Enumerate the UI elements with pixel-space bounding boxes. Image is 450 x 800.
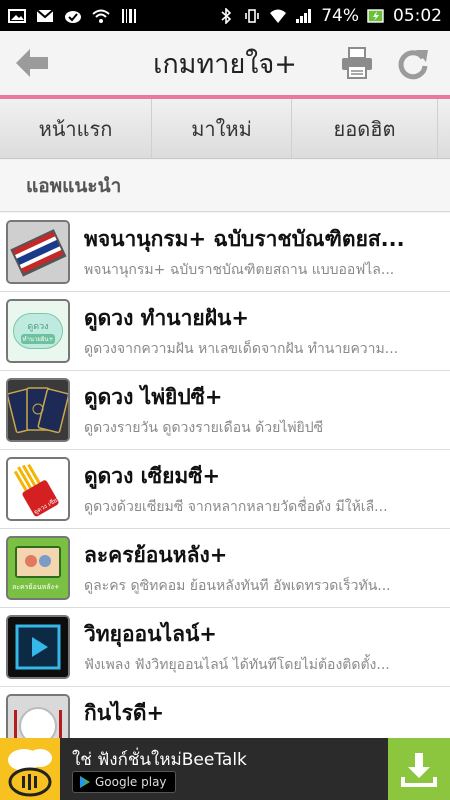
tab-popular[interactable]: ยอดฮิต bbox=[292, 99, 438, 158]
item-name: พจนานุกรม+ ฉบับราชบัณฑิตยส... bbox=[84, 227, 405, 251]
beetalk-logo bbox=[0, 738, 60, 800]
item-name: ละครย้อนหลัง+ bbox=[84, 543, 228, 567]
ad-text: ใช่ ฟังก์ชั่นใหม่BeeTalk bbox=[72, 750, 247, 770]
vibrate-icon bbox=[245, 8, 260, 23]
siamsi-thumbnail: ดูดวง เซียมซี bbox=[6, 457, 70, 521]
section-title: แอพแนะนำ bbox=[0, 160, 450, 212]
radio-thumbnail bbox=[6, 615, 70, 679]
google-play-badge[interactable]: Google play bbox=[72, 771, 176, 793]
item-description: พจนานุกรม+ ฉบับราชบัณฑิตยสถาน แบบออฟไล..… bbox=[84, 262, 395, 278]
back-arrow-icon[interactable] bbox=[14, 47, 50, 79]
list-item[interactable]: พจนานุกรม+ ฉบับราชบัณฑิตยส... พจนานุกรม+… bbox=[0, 213, 450, 292]
refresh-icon[interactable] bbox=[396, 46, 430, 80]
dream-thumb-sublabel: ทำนายฝัน+ bbox=[20, 333, 56, 344]
item-name: กินไรดี+ bbox=[84, 701, 165, 725]
wifi-icon bbox=[270, 9, 287, 23]
list-item[interactable]: ดูดวง ไพ่ยิปซี+ ดูดวงรายวัน ดูดวงรายเดือ… bbox=[0, 371, 450, 450]
tab-new[interactable]: มาใหม่ bbox=[152, 99, 292, 158]
barcode-icon bbox=[122, 8, 136, 23]
battery-level: 74% bbox=[321, 5, 359, 26]
battery-charging-icon bbox=[367, 8, 384, 23]
gallery-icon bbox=[8, 8, 26, 23]
lakorn-thumbnail: ละครย้อนหลัง+ bbox=[6, 536, 70, 600]
lakorn-thumb-label: ละครย้อนหลัง+ bbox=[12, 583, 60, 591]
tv-screen bbox=[15, 546, 61, 578]
dream-thumb-label: ดูดวง bbox=[27, 321, 49, 332]
dream-thumbnail: ดูดวง ทำนายฝัน+ bbox=[6, 299, 70, 363]
ad-banner[interactable]: ใช่ ฟังก์ชั่นใหม่BeeTalk Google play bbox=[0, 738, 450, 800]
status-bar: 74% 05:02 bbox=[0, 0, 450, 31]
dictionary-thumbnail bbox=[6, 220, 70, 284]
item-description: ดูละคร ดูซิทคอม ย้อนหลังทันที อัพเดทรวดเ… bbox=[84, 578, 391, 594]
item-description: ฟังเพลง ฟังวิทยุออนไลน์ ได้ทันทีโดยไม่ต้… bbox=[84, 657, 390, 673]
check-cloud-icon bbox=[65, 10, 81, 23]
app-header: เกมทายใจ+ bbox=[0, 31, 450, 95]
wifi-small-icon bbox=[92, 9, 110, 23]
download-button[interactable] bbox=[388, 738, 450, 800]
page-title: เกมทายใจ+ bbox=[153, 48, 297, 80]
gmail-icon bbox=[36, 8, 54, 22]
food-thumbnail bbox=[6, 694, 70, 738]
app-list: พจนานุกรม+ ฉบับราชบัณฑิตยส... พจนานุกรม+… bbox=[0, 213, 450, 738]
item-description: ดูดวงจากความฝัน หาเลขเด็ดจากฝัน ทำนายควา… bbox=[84, 341, 399, 357]
list-item[interactable]: ละครย้อนหลัง+ ละครย้อนหลัง+ ดูละคร ดูซิท… bbox=[0, 529, 450, 608]
list-item[interactable]: ดูดวง ทำนายฝัน+ ดูดวง ทำนายฝัน+ ดูดวงจาก… bbox=[0, 292, 450, 371]
item-name: ดูดวง ทำนายฝัน+ bbox=[84, 306, 249, 330]
google-play-label: Google play bbox=[95, 775, 167, 789]
tab-home[interactable]: หน้าแรก bbox=[0, 99, 152, 158]
print-icon[interactable] bbox=[340, 46, 374, 80]
item-description: ดูดวงรายวัน ดูดวงรายเดือน ด้วยไพ่ยิปซี bbox=[84, 420, 324, 436]
item-description: ดูดวงด้วยเซียมซี จากหลากหลายวัดชื่อดัง ม… bbox=[84, 499, 388, 515]
bluetooth-icon bbox=[221, 7, 232, 24]
list-item[interactable]: ดูดวง เซียมซี ดูดวง เซียมซี+ ดูดวงด้วยเซ… bbox=[0, 450, 450, 529]
dream-cloud: ดูดวง ทำนายฝัน+ bbox=[13, 313, 63, 349]
signal-icon bbox=[296, 8, 312, 23]
list-item[interactable]: วิทยุออนไลน์+ ฟังเพลง ฟังวิทยุออนไลน์ ได… bbox=[0, 608, 450, 687]
item-name: ดูดวง เซียมซี+ bbox=[84, 464, 221, 488]
google-play-icon bbox=[80, 776, 90, 788]
item-name: ดูดวง ไพ่ยิปซี+ bbox=[84, 385, 223, 409]
tab-bar: หน้าแรก มาใหม่ ยอดฮิต bbox=[0, 99, 450, 159]
clock: 05:02 bbox=[393, 5, 442, 26]
tarot-thumbnail bbox=[6, 378, 70, 442]
download-icon bbox=[401, 753, 437, 787]
item-name: วิทยุออนไลน์+ bbox=[84, 622, 217, 646]
list-item[interactable]: กินไรดี+ bbox=[0, 687, 450, 738]
